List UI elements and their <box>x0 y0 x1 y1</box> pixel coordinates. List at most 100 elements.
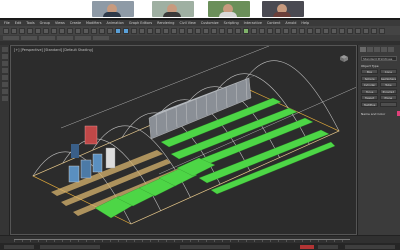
toolbar-button[interactable] <box>339 27 345 34</box>
toolbar-button[interactable] <box>35 27 41 34</box>
toolbar-button[interactable] <box>187 27 193 34</box>
toolbar-button[interactable] <box>51 27 57 34</box>
object-type-button[interactable]: Cylinder <box>361 82 379 87</box>
scene-explorer-tool[interactable] <box>2 75 8 80</box>
toolbar-button[interactable] <box>219 27 225 34</box>
toolbar-button[interactable] <box>211 27 217 34</box>
toolbar-button[interactable] <box>171 27 177 34</box>
toolbar-button[interactable] <box>363 27 369 34</box>
scene-explorer-tool[interactable] <box>2 68 8 73</box>
participant-video[interactable] <box>208 1 250 17</box>
menu-item[interactable]: Help <box>301 21 309 25</box>
toolbar-button[interactable] <box>283 27 289 34</box>
menu-item[interactable]: Views <box>55 21 65 25</box>
toolbar-button[interactable] <box>315 27 321 34</box>
toolbar-button[interactable] <box>371 27 377 34</box>
modify-tab[interactable] <box>367 47 373 52</box>
toolbar-button[interactable] <box>379 27 385 34</box>
motion-tab[interactable] <box>381 47 387 52</box>
toolbar-button[interactable] <box>91 27 97 34</box>
name-and-color-heading[interactable]: Name and Color <box>361 112 397 116</box>
toolbar-button[interactable] <box>275 27 281 34</box>
toolbar-button[interactable] <box>267 27 273 34</box>
scene-explorer-tool[interactable] <box>2 54 8 59</box>
toolbar-button[interactable] <box>347 27 353 34</box>
ribbon-tab[interactable] <box>57 36 73 40</box>
menu-item[interactable]: Scripting <box>224 21 239 25</box>
timeline-slider[interactable] <box>0 235 400 243</box>
menu-item[interactable]: Rendering <box>157 21 174 25</box>
object-type-heading[interactable]: Object Type <box>361 64 397 68</box>
object-type-button[interactable]: Pyramid <box>379 88 397 94</box>
hierarchy-tab[interactable] <box>374 47 380 52</box>
participant-video[interactable] <box>262 1 304 17</box>
toolbar-button[interactable] <box>227 27 233 34</box>
toolbar-button[interactable] <box>163 27 169 34</box>
participant-video[interactable] <box>152 1 194 17</box>
menu-item[interactable]: Content <box>267 21 281 25</box>
ribbon-tab[interactable] <box>21 36 37 40</box>
menu-item[interactable]: Create <box>70 21 81 25</box>
toolbar-button[interactable] <box>291 27 297 34</box>
toolbar-button[interactable] <box>355 27 361 34</box>
menu-item[interactable]: Group <box>40 21 50 25</box>
menu-item[interactable]: Tools <box>26 21 34 25</box>
toolbar-button[interactable] <box>179 27 185 34</box>
toolbar-button[interactable] <box>195 27 201 34</box>
toolbar-button[interactable] <box>251 27 257 34</box>
create-tab[interactable] <box>360 47 366 52</box>
toolbar-button[interactable] <box>323 27 329 34</box>
menu-item[interactable]: Interactive <box>244 21 262 25</box>
object-type-button[interactable]: Torus <box>361 88 379 94</box>
object-type-button[interactable] <box>379 101 397 107</box>
toolbar-button[interactable] <box>75 27 81 34</box>
toolbar-button[interactable] <box>155 27 161 34</box>
toolbar-button[interactable] <box>3 27 9 34</box>
scene-explorer-tool[interactable] <box>2 96 8 101</box>
ribbon-tab[interactable] <box>3 36 19 40</box>
toolbar-button[interactable] <box>59 27 65 34</box>
toolbar-button[interactable] <box>299 27 305 34</box>
menu-item[interactable]: Modifiers <box>86 21 101 25</box>
toolbar-button[interactable] <box>67 27 73 34</box>
toolbar-button[interactable] <box>131 27 137 34</box>
set-key-button[interactable] <box>318 244 338 249</box>
object-type-button[interactable]: Cone <box>379 69 397 74</box>
time-ruler[interactable] <box>14 239 350 242</box>
display-tab[interactable] <box>388 47 394 52</box>
toolbar-button[interactable] <box>43 27 49 34</box>
menu-item[interactable]: Animation <box>107 21 124 25</box>
toolbar-button[interactable] <box>243 27 249 34</box>
primitive-type-dropdown[interactable]: Standard Primitives <box>361 56 397 61</box>
menu-item[interactable]: File <box>4 21 10 25</box>
coordinate-display[interactable] <box>180 244 230 249</box>
playback-controls[interactable] <box>345 244 395 249</box>
toolbar-button[interactable] <box>307 27 313 34</box>
object-type-button[interactable]: Sphere <box>361 75 379 81</box>
toolbar-button[interactable] <box>99 27 105 34</box>
toolbar-button[interactable] <box>115 27 121 34</box>
toolbar-button[interactable] <box>139 27 145 34</box>
object-type-button[interactable]: Tube <box>379 82 397 87</box>
toolbar-button[interactable] <box>235 27 241 34</box>
toolbar-button[interactable] <box>123 27 129 34</box>
toolbar-button[interactable] <box>27 27 33 34</box>
object-type-button[interactable]: TextPlus <box>361 101 379 107</box>
ribbon-tab[interactable] <box>75 36 91 40</box>
menu-item[interactable]: Edit <box>15 21 22 25</box>
menu-item[interactable]: Customize <box>201 21 219 25</box>
menu-item[interactable]: Arnold <box>285 21 296 25</box>
scene-explorer-tool[interactable] <box>2 82 8 87</box>
object-type-button[interactable]: Teapot <box>361 95 379 100</box>
ribbon-tab[interactable] <box>93 36 109 40</box>
toolbar-button[interactable] <box>331 27 337 34</box>
toolbar-button[interactable] <box>83 27 89 34</box>
object-type-button[interactable]: Plane <box>379 95 397 100</box>
scene-explorer-tool[interactable] <box>2 61 8 66</box>
participant-video[interactable] <box>92 1 134 17</box>
toolbar-button[interactable] <box>19 27 25 34</box>
ribbon-tab[interactable] <box>39 36 55 40</box>
perspective-viewport[interactable]: [+] [Perspective] [Standard] [Default Sh… <box>10 45 357 235</box>
object-type-button[interactable]: GeoSphere <box>379 75 397 81</box>
toolbar-button[interactable] <box>11 27 17 34</box>
